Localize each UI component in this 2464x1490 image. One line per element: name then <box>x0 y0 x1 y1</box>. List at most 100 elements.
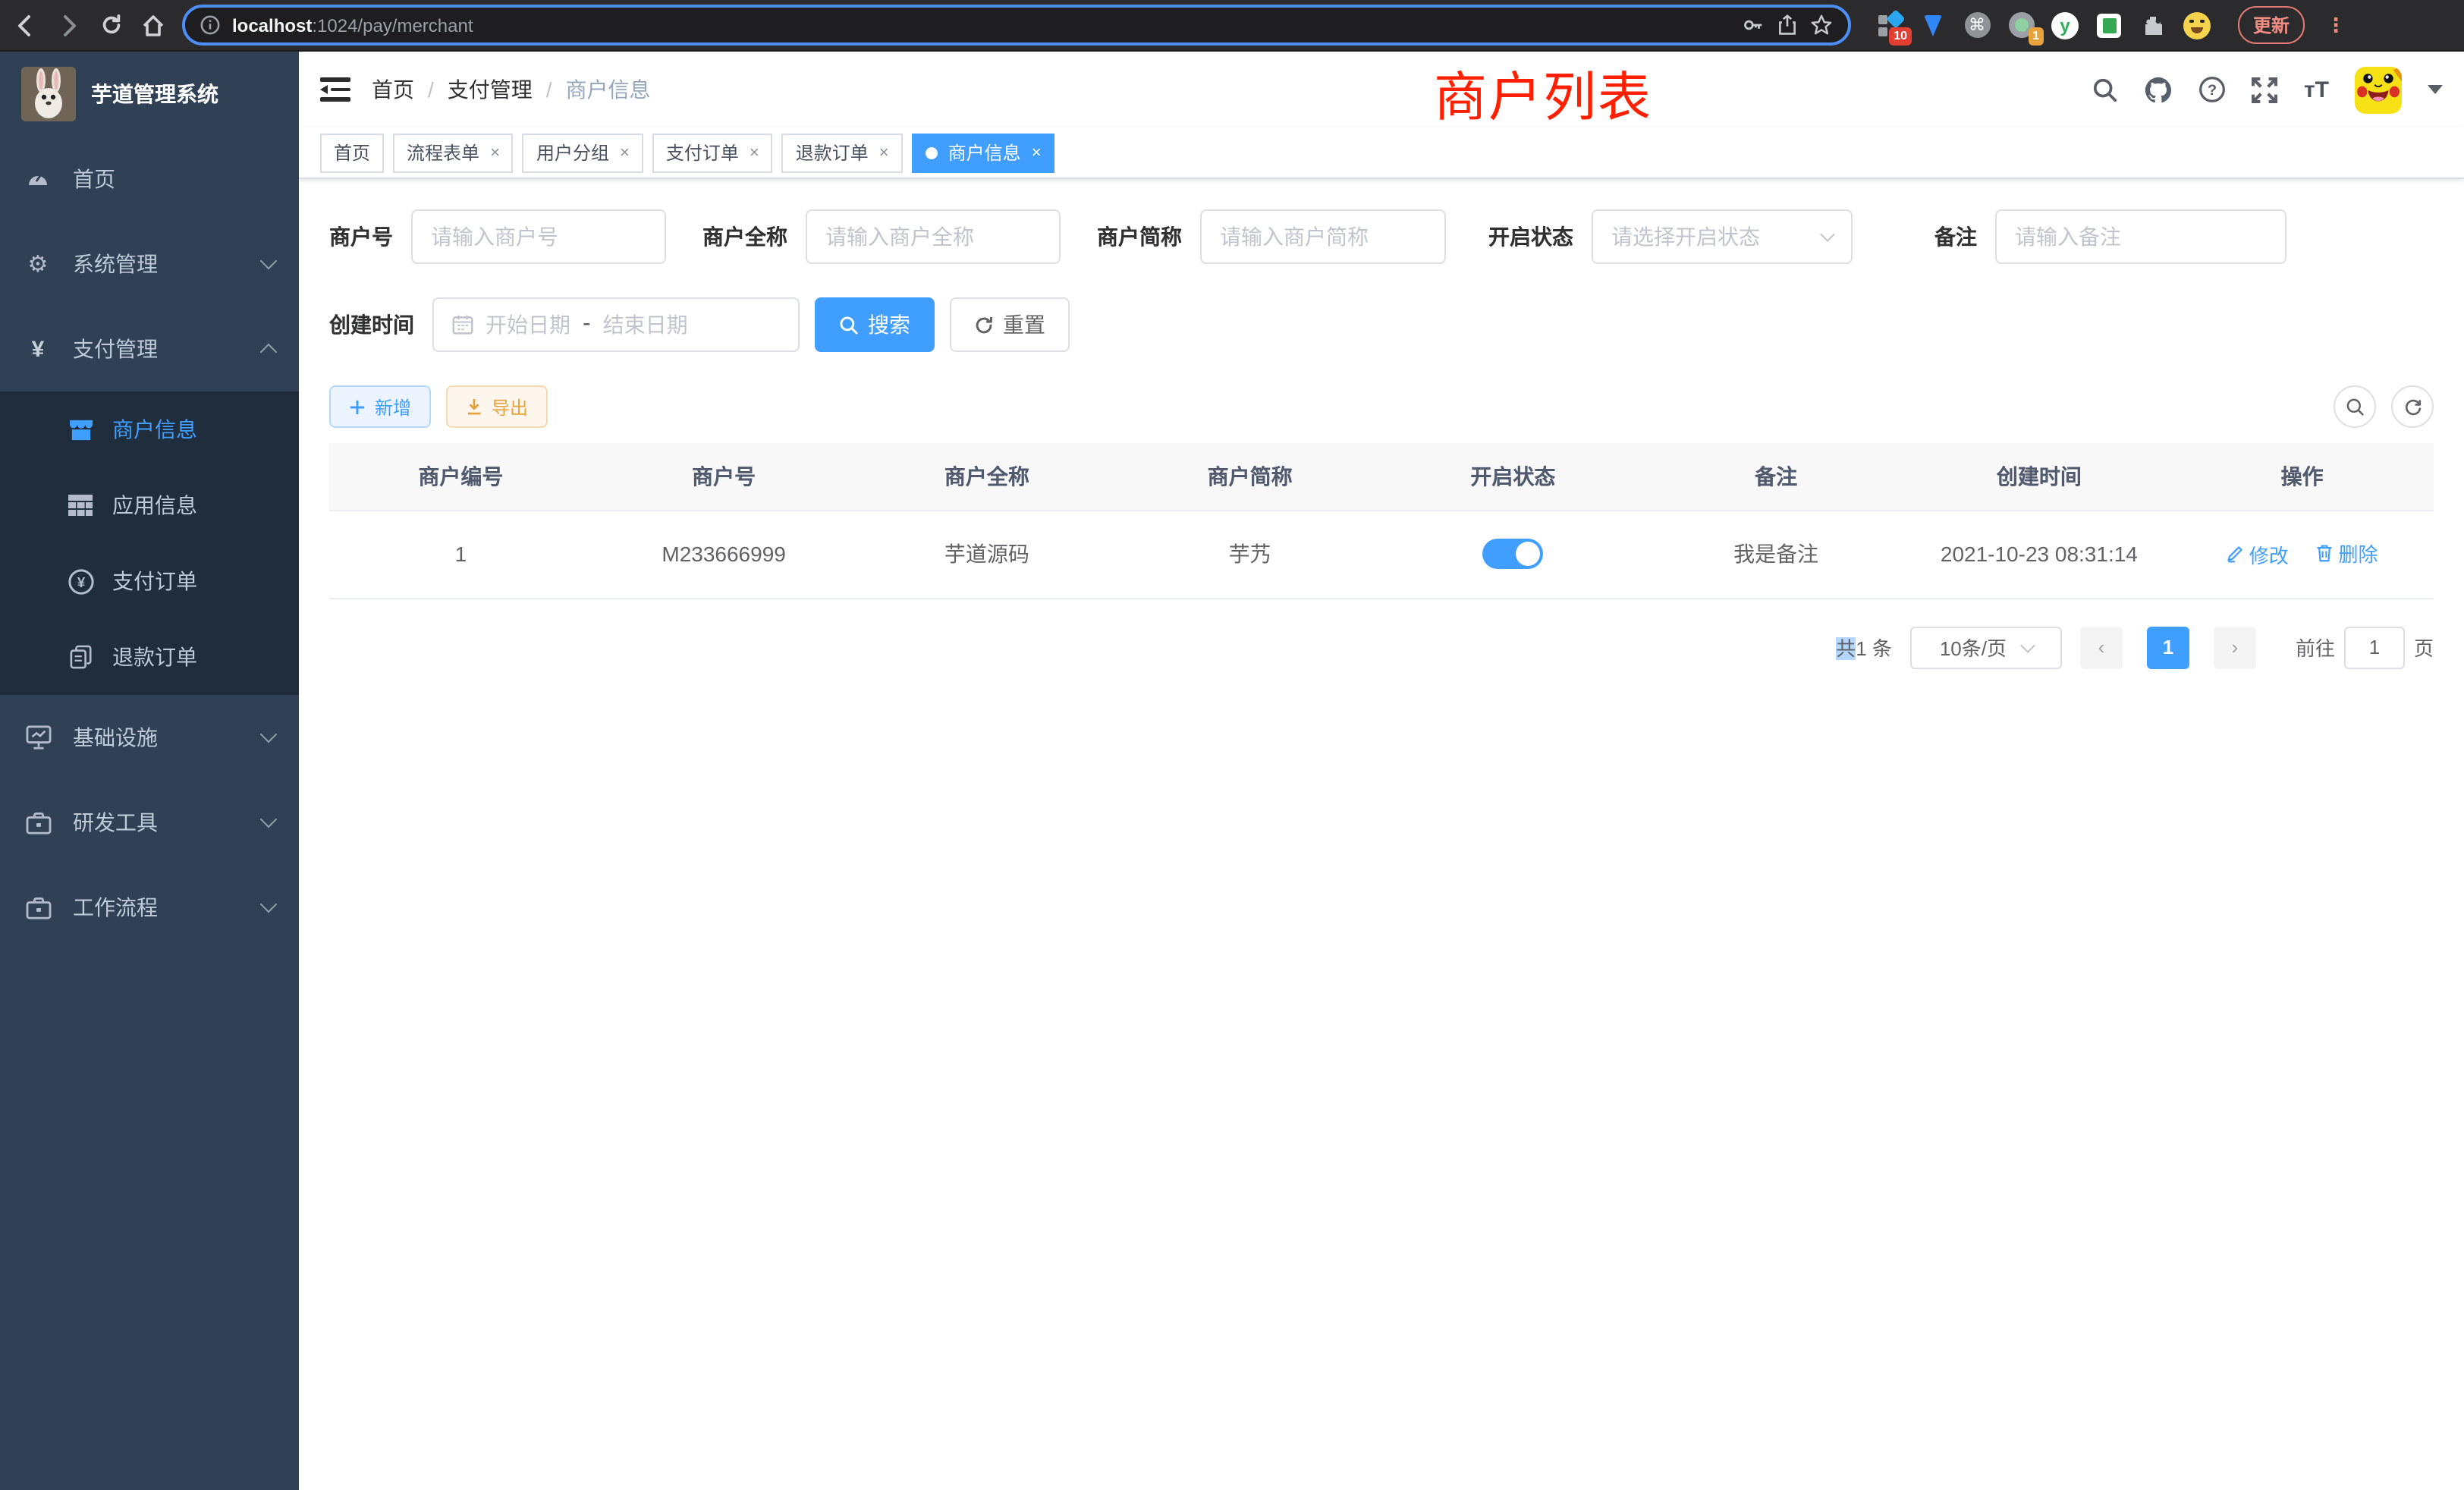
bookmark-star-icon[interactable] <box>1810 14 1833 36</box>
col-remark: 备注 <box>1645 443 1908 510</box>
breadcrumb: 首页 / 支付管理 / 商户信息 <box>372 74 651 105</box>
range-separator: - <box>583 311 591 338</box>
tab-user-group[interactable]: 用户分组× <box>523 133 643 172</box>
merchant-no-input[interactable] <box>411 209 666 264</box>
add-button[interactable]: 新增 <box>329 385 431 428</box>
goto-page-input[interactable] <box>2344 626 2405 668</box>
breadcrumb-separator: / <box>428 77 434 102</box>
sidebar-item-home[interactable]: 首页 <box>0 137 299 222</box>
breadcrumb-home[interactable]: 首页 <box>372 74 414 105</box>
delete-link[interactable]: 删除 <box>2316 539 2378 568</box>
font-size-icon[interactable]: ᴛT <box>2304 77 2329 102</box>
header-actions: ? ᴛT <box>2093 66 2443 113</box>
back-icon[interactable] <box>12 11 39 39</box>
breadcrumb-pay[interactable]: 支付管理 <box>448 74 533 105</box>
fullscreen-icon[interactable] <box>2252 77 2278 102</box>
sidebar-item-merchant-info[interactable]: 商户信息 <box>0 391 299 467</box>
main-area: 首页 / 支付管理 / 商户信息 商户列表 ? <box>299 52 2464 1490</box>
search-icon[interactable] <box>2093 77 2119 102</box>
sidebar-item-refund-order[interactable]: 退款订单 <box>0 619 299 695</box>
home-icon[interactable] <box>140 11 167 39</box>
site-info-icon[interactable] <box>200 15 220 35</box>
user-avatar[interactable] <box>2355 66 2402 113</box>
filter-label: 创建时间 <box>329 310 414 340</box>
filter-row-1: 商户号 商户全称 商户简称 开启状态 请选择开启状态 <box>329 209 2434 264</box>
sidebar-item-pay[interactable]: ¥ 支付管理 <box>0 306 299 391</box>
sidebar-fold-icon[interactable] <box>320 77 350 102</box>
cell-actions: 修改 删除 <box>2170 510 2434 598</box>
remark-input[interactable] <box>1995 209 2286 264</box>
sidebar-logo-row[interactable]: 芋道管理系统 <box>0 52 299 137</box>
tab-merchant-info[interactable]: 商户信息× <box>912 133 1055 172</box>
table-row: 1 M233666999 芋道源码 芋艿 我是备注 2021-10-23 08:… <box>329 510 2434 598</box>
prev-page-button[interactable]: ‹ <box>2080 626 2123 668</box>
close-icon[interactable]: × <box>879 143 889 162</box>
col-actions: 操作 <box>2170 443 2434 510</box>
extension-recorder-icon[interactable]: 1 <box>2007 11 2035 39</box>
sidebar-item-label: 研发工具 <box>73 807 241 838</box>
reload-icon[interactable] <box>97 11 124 39</box>
github-icon[interactable] <box>2145 75 2173 104</box>
page-size-select[interactable]: 10条/页 <box>1910 626 2062 668</box>
extension-y-icon[interactable]: y <box>2051 11 2079 39</box>
sidebar-item-system[interactable]: ⚙ 系统管理 <box>0 222 299 306</box>
sidebar: 芋道管理系统 首页 ⚙ 系统管理 ¥ 支付管理 <box>0 52 299 1490</box>
merchant-fullname-input[interactable] <box>806 209 1061 264</box>
tab-process-form[interactable]: 流程表单× <box>393 133 514 172</box>
create-time-range-picker[interactable]: 开始日期 - 结束日期 <box>432 297 800 352</box>
sidebar-item-app-info[interactable]: 应用信息 <box>0 467 299 543</box>
tags-view-bar: 首页 流程表单× 用户分组× 支付订单× 退款订单× 商户信息× <box>299 127 2464 179</box>
next-page-button[interactable]: › <box>2214 626 2256 668</box>
search-button[interactable]: 搜索 <box>815 297 935 352</box>
extensions-puzzle-icon[interactable] <box>2139 11 2167 39</box>
merchant-table: 商户编号 商户号 商户全称 商户简称 开启状态 备注 创建时间 操作 1 <box>329 443 2434 599</box>
status-toggle[interactable] <box>1482 539 1543 569</box>
chrome-menu-icon[interactable]: ⋮ <box>2326 13 2346 37</box>
avatar-caret-icon[interactable] <box>2428 85 2443 94</box>
status-select[interactable]: 请选择开启状态 <box>1592 209 1853 264</box>
pagination-goto: 前往 页 <box>2296 626 2434 668</box>
sidebar-item-pay-order[interactable]: ¥ 支付订单 <box>0 543 299 619</box>
close-icon[interactable]: × <box>620 143 630 162</box>
close-icon[interactable]: × <box>1032 143 1042 162</box>
col-status: 开启状态 <box>1381 443 1645 510</box>
monitor-icon <box>24 725 52 750</box>
col-merchant-id: 商户编号 <box>329 443 592 510</box>
sidebar-item-workflow[interactable]: 工作流程 <box>0 865 299 950</box>
show-search-icon-button[interactable] <box>2334 385 2376 428</box>
sidebar-item-infra[interactable]: 基础设施 <box>0 695 299 780</box>
extension-doc-icon[interactable] <box>2095 11 2123 39</box>
chevron-down-icon <box>260 896 278 913</box>
close-icon[interactable]: × <box>490 143 500 162</box>
goto-label: 前往 <box>2296 633 2335 662</box>
close-icon[interactable]: × <box>750 143 759 162</box>
end-date-placeholder: 结束日期 <box>603 310 688 340</box>
address-bar[interactable]: localhost:1024/pay/merchant <box>182 5 1851 46</box>
extension-command-icon[interactable]: ⌘ <box>1963 11 1991 39</box>
edit-link[interactable]: 修改 <box>2227 540 2289 569</box>
documents-icon <box>67 645 94 669</box>
sidebar-item-label: 系统管理 <box>73 249 241 279</box>
tab-pay-order[interactable]: 支付订单× <box>652 133 773 172</box>
forward-icon[interactable] <box>55 11 82 39</box>
help-icon[interactable]: ? <box>2199 76 2227 103</box>
password-key-icon[interactable] <box>1742 14 1765 36</box>
share-icon[interactable] <box>1777 14 1798 36</box>
tab-home[interactable]: 首页 <box>320 133 384 172</box>
yen-icon: ¥ <box>24 336 52 362</box>
sidebar-item-label: 支付订单 <box>112 566 197 596</box>
refresh-icon-button[interactable] <box>2391 385 2434 428</box>
table-header-row: 商户编号 商户号 商户全称 商户简称 开启状态 备注 创建时间 操作 <box>329 443 2434 510</box>
extension-grid-icon[interactable]: 10 <box>1875 11 1903 39</box>
sidebar-item-devtools[interactable]: 研发工具 <box>0 780 299 865</box>
extension-pin-icon[interactable] <box>1919 11 1947 39</box>
merchant-shortname-input[interactable] <box>1200 209 1446 264</box>
chrome-update-button[interactable]: 更新 <box>2238 6 2305 44</box>
page-1-button[interactable]: 1 <box>2147 626 2189 668</box>
export-button[interactable]: 导出 <box>446 385 548 428</box>
tab-refund-order[interactable]: 退款订单× <box>782 133 903 172</box>
profile-avatar-icon[interactable] <box>2183 11 2211 39</box>
reset-button[interactable]: 重置 <box>950 297 1070 352</box>
pay-submenu: 商户信息 应用信息 ¥ 支付订单 <box>0 391 299 695</box>
toolbox-icon <box>24 811 52 834</box>
